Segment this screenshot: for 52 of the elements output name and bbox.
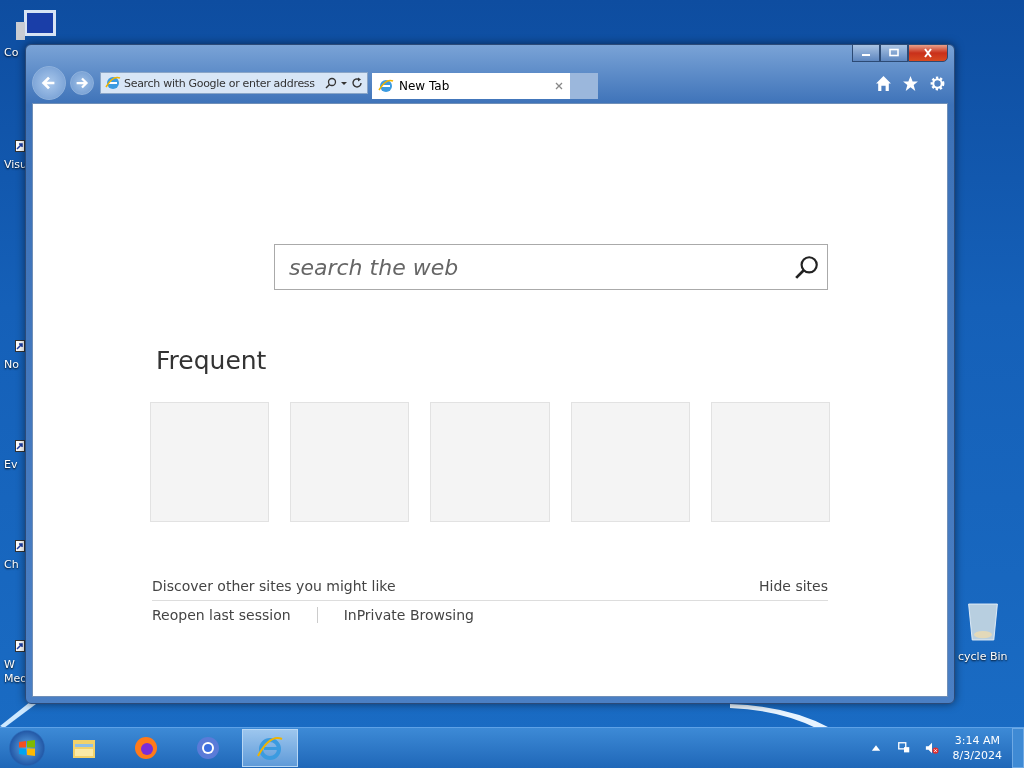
browser-icon bbox=[256, 734, 284, 762]
search-field[interactable]: search the web bbox=[274, 244, 828, 290]
site-tile[interactable] bbox=[150, 402, 270, 522]
browser-tab[interactable]: New Tab bbox=[372, 73, 570, 99]
close-icon bbox=[922, 48, 934, 58]
back-button[interactable] bbox=[32, 66, 66, 100]
site-tile[interactable] bbox=[570, 402, 690, 522]
refresh-icon[interactable] bbox=[351, 77, 363, 89]
site-tile[interactable] bbox=[430, 402, 550, 522]
address-field[interactable]: Search with Google or enter address bbox=[124, 76, 322, 90]
start-logo-icon bbox=[17, 738, 37, 758]
star-icon[interactable] bbox=[902, 74, 919, 92]
maximize-button[interactable] bbox=[880, 44, 908, 62]
shortcut-icon[interactable] bbox=[15, 340, 25, 352]
browser-icon bbox=[194, 734, 222, 762]
discover-link[interactable]: Discover other sites you might like bbox=[152, 578, 396, 594]
clock-time[interactable]: 3:14 AM bbox=[954, 733, 1000, 748]
close-tab-icon[interactable] bbox=[554, 81, 564, 91]
browser-icon bbox=[378, 78, 394, 94]
computer-icon[interactable] bbox=[16, 10, 56, 40]
close-button[interactable] bbox=[908, 44, 948, 62]
minimize-button[interactable] bbox=[852, 44, 880, 62]
desktop-icon-label: Ev bbox=[4, 458, 18, 472]
desktop-icon-label: Co bbox=[4, 46, 19, 60]
desktop-icon-label: cycle Bin bbox=[958, 650, 1008, 664]
desktop-icon-label: Visu bbox=[4, 158, 28, 172]
home-icon[interactable] bbox=[875, 74, 892, 92]
page-link[interactable]: Reopen last session bbox=[152, 607, 291, 623]
page-link[interactable]: InPrivate Browsing bbox=[343, 607, 474, 623]
desktop-icon-label: Ch bbox=[4, 558, 19, 572]
forward-button[interactable] bbox=[70, 71, 94, 95]
search-icon[interactable] bbox=[794, 254, 820, 280]
settings-icon[interactable] bbox=[929, 74, 946, 92]
section-heading: Frequent bbox=[156, 346, 268, 375]
search-icon[interactable] bbox=[325, 77, 337, 89]
clock-date[interactable]: 8/3/2024 bbox=[952, 748, 1002, 763]
site-tile[interactable] bbox=[290, 402, 410, 522]
desktop-icon-label: No bbox=[4, 358, 19, 372]
shortcut-icon[interactable] bbox=[15, 440, 25, 452]
shortcut-icon[interactable] bbox=[15, 540, 25, 552]
address-bar[interactable]: Search with Google or enter address bbox=[100, 72, 368, 94]
network-icon[interactable] bbox=[896, 741, 911, 755]
browser-icon bbox=[132, 734, 160, 762]
page-icon bbox=[105, 75, 121, 91]
maximize-icon bbox=[888, 48, 900, 58]
speaker-muted-icon[interactable] bbox=[924, 741, 939, 755]
hide-sites-link[interactable]: Hide sites bbox=[759, 578, 828, 594]
desktop-icon-label: W Med bbox=[4, 658, 28, 686]
shortcut-icon[interactable] bbox=[15, 640, 25, 652]
dropdown-icon[interactable] bbox=[340, 79, 348, 87]
site-tile[interactable] bbox=[710, 402, 830, 522]
shortcut-icon[interactable] bbox=[15, 140, 25, 152]
